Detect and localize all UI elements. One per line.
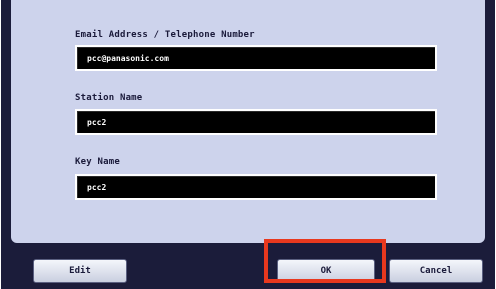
ok-button[interactable]: OK: [277, 259, 375, 283]
edit-button[interactable]: Edit: [33, 259, 127, 283]
address-form-panel: Email Address / Telephone Number pcc@pan…: [11, 0, 485, 243]
email-field[interactable]: pcc@panasonic.com: [75, 45, 437, 71]
cancel-button[interactable]: Cancel: [389, 259, 483, 283]
key-name-value: pcc2: [87, 183, 107, 192]
email-field-value: pcc@panasonic.com: [87, 54, 169, 63]
station-name-label: Station Name: [75, 93, 143, 103]
email-field-label: Email Address / Telephone Number: [75, 30, 255, 40]
key-name-label: Key Name: [75, 157, 120, 167]
station-name-field[interactable]: pcc2: [75, 109, 437, 135]
key-name-field[interactable]: pcc2: [75, 174, 437, 200]
device-screen: Email Address / Telephone Number pcc@pan…: [1, 0, 495, 289]
station-name-value: pcc2: [87, 118, 107, 127]
